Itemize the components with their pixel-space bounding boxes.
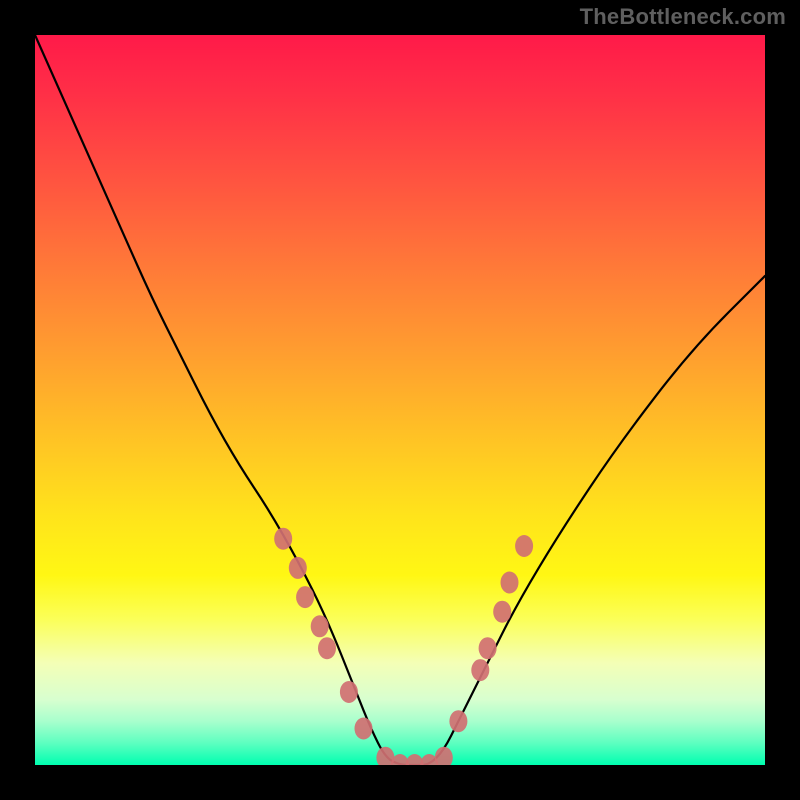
curve-marker (311, 615, 329, 637)
curve-marker (355, 718, 373, 740)
curve-marker (501, 572, 519, 594)
chart-svg (35, 35, 765, 765)
curve-marker (274, 528, 292, 550)
marker-group (274, 528, 533, 765)
curve-marker (435, 747, 453, 765)
chart-frame: TheBottleneck.com (0, 0, 800, 800)
curve-marker (289, 557, 307, 579)
plot-area (35, 35, 765, 765)
curve-marker (340, 681, 358, 703)
curve-marker (449, 710, 467, 732)
curve-marker (479, 637, 497, 659)
curve-marker (515, 535, 533, 557)
curve-marker (493, 601, 511, 623)
attribution-text: TheBottleneck.com (580, 4, 786, 30)
curve-marker (296, 586, 314, 608)
bottleneck-curve-line (35, 35, 765, 765)
curve-marker (318, 637, 336, 659)
curve-marker (471, 659, 489, 681)
